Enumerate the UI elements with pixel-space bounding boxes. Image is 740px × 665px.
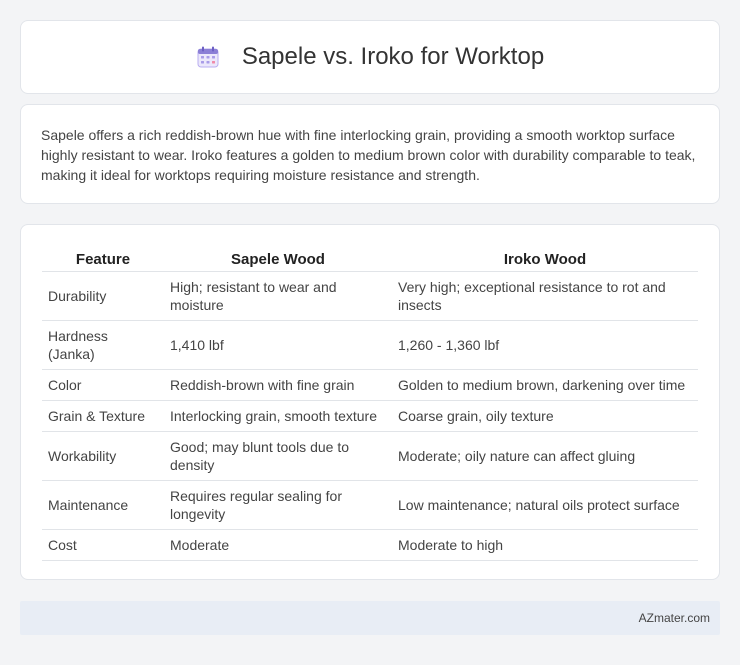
description-text: Sapele offers a rich reddish-brown hue w… [41,127,696,183]
iroko-cell: Coarse grain, oily texture [392,400,698,432]
iroko-cell: Very high; exceptional resistance to rot… [392,271,698,321]
feature-cell: Workability [42,431,164,481]
sapele-cell: High; resistant to wear and moisture [164,271,392,321]
sapele-cell: Moderate [164,529,392,561]
table-row: Durability High; resistant to wear and m… [42,271,698,321]
table-row: Maintenance Requires regular sealing for… [42,480,698,530]
calendar-icon [196,45,220,69]
table-row: Hardness (Janka) 1,410 lbf 1,260 - 1,360… [42,320,698,370]
page-title: Sapele vs. Iroko for Worktop [241,43,545,70]
iroko-cell: Low maintenance; natural oils protect su… [392,480,698,530]
column-header-feature: Feature [42,245,164,272]
iroko-cell: 1,260 - 1,360 lbf [392,320,698,370]
column-header-iroko: Iroko Wood [392,245,698,272]
footer: AZmater.com [20,601,720,635]
column-header-sapele: Sapele Wood [164,245,392,272]
sapele-cell: Requires regular sealing for longevity [164,480,392,530]
comparison-table: Feature Sapele Wood Iroko Wood Durabilit… [42,245,698,561]
sapele-cell: 1,410 lbf [164,320,392,370]
sapele-cell: Good; may blunt tools due to density [164,431,392,481]
table-row: Workability Good; may blunt tools due to… [42,431,698,481]
feature-cell: Color [42,369,164,401]
iroko-cell: Moderate; oily nature can affect gluing [392,431,698,481]
table-row: Color Reddish-brown with fine grain Gold… [42,369,698,401]
feature-cell: Maintenance [42,480,164,530]
footer-site-link[interactable]: AZmater.com [639,611,710,625]
iroko-cell: Moderate to high [392,529,698,561]
title-row: Sapele vs. Iroko for Worktop [196,43,544,71]
iroko-cell: Golden to medium brown, darkening over t… [392,369,698,401]
sapele-cell: Reddish-brown with fine grain [164,369,392,401]
feature-cell: Durability [42,271,164,321]
feature-cell: Cost [42,529,164,561]
title-card: Sapele vs. Iroko for Worktop [20,20,720,94]
comparison-card: Feature Sapele Wood Iroko Wood Durabilit… [20,224,720,580]
feature-cell: Hardness (Janka) [42,320,164,370]
sapele-cell: Interlocking grain, smooth texture [164,400,392,432]
table-row: Grain & Texture Interlocking grain, smoo… [42,400,698,432]
description-card: Sapele offers a rich reddish-brown hue w… [20,104,720,204]
feature-cell: Grain & Texture [42,400,164,432]
table-row: Cost Moderate Moderate to high [42,529,698,561]
table-header-row: Feature Sapele Wood Iroko Wood [42,245,698,272]
